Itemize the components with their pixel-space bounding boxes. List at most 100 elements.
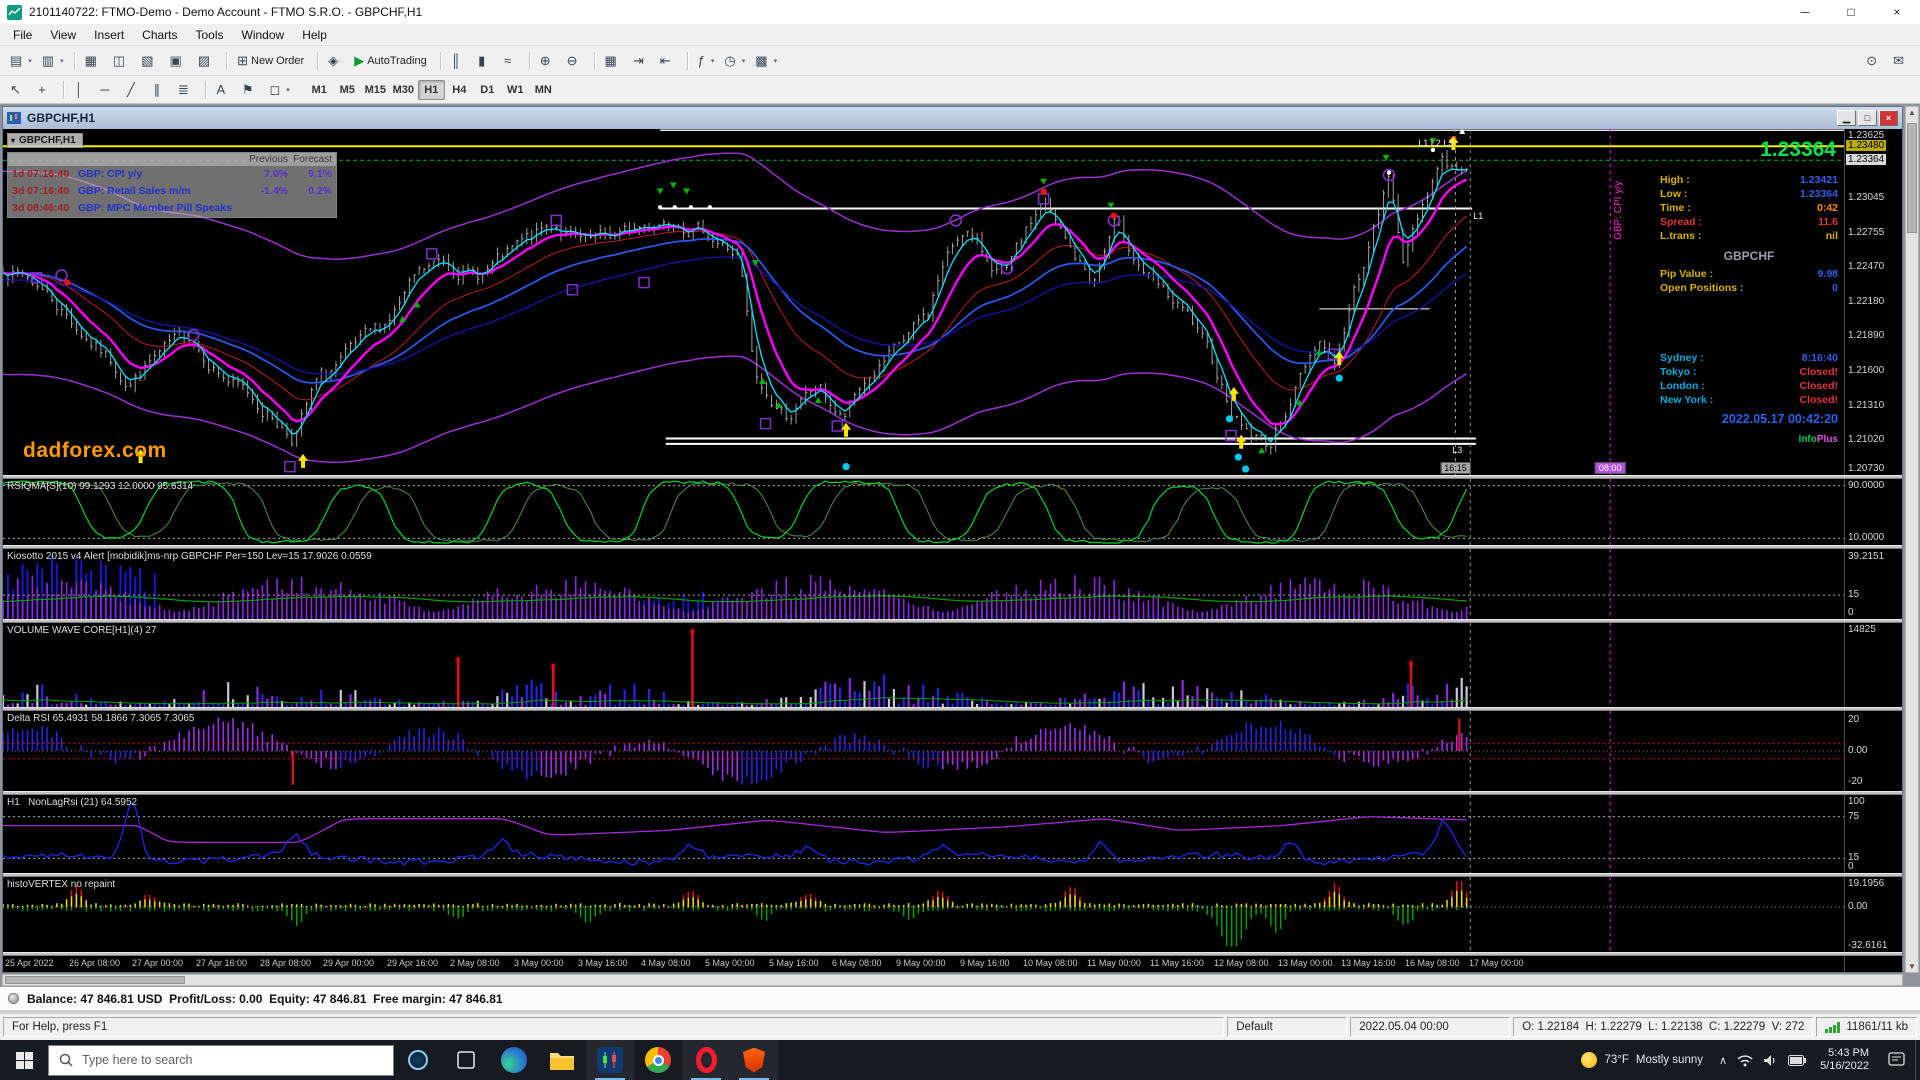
zoom-in-button[interactable]: ⊕ bbox=[536, 50, 561, 72]
shapes-button[interactable]: ◻ ▾ bbox=[265, 79, 293, 101]
timeframe-button[interactable]: M30 bbox=[390, 80, 417, 100]
horizontal-scrollbar[interactable] bbox=[2, 974, 1903, 986]
speaker-icon[interactable] bbox=[1763, 1054, 1778, 1067]
profiles-button[interactable]: ▥ ▾ bbox=[38, 50, 68, 72]
taskbar-brave-button[interactable] bbox=[730, 1040, 778, 1080]
taskbar-edge-button[interactable] bbox=[490, 1040, 538, 1080]
text-button[interactable]: A bbox=[212, 79, 236, 101]
indicator-scale-5[interactable]: 19.19560.00-32.6161 bbox=[1844, 877, 1902, 952]
maximize-button[interactable]: □ bbox=[1828, 0, 1874, 24]
taskbar-search-input[interactable]: Type here to search bbox=[48, 1045, 394, 1076]
data-window-button[interactable]: ◫ bbox=[109, 50, 135, 72]
indicator-plot-1[interactable]: Kiosotto 2015 v4 Alert [mobidik]ms-nrp G… bbox=[3, 549, 1844, 619]
menu-item[interactable]: Insert bbox=[85, 26, 133, 44]
templates-button[interactable]: ▩ ▾ bbox=[751, 50, 781, 72]
indicator-scale-2[interactable]: 14825 bbox=[1844, 623, 1902, 707]
scroll-up-arrow[interactable]: ▲ bbox=[1906, 108, 1918, 117]
indicator-plot-4[interactable]: H1 NonLagRsi (21) 64.5952 bbox=[3, 795, 1844, 873]
taskbar-explorer-button[interactable] bbox=[538, 1040, 586, 1080]
autotrading-button[interactable]: ▶ AutoTrading bbox=[350, 50, 434, 72]
minimize-button[interactable]: ─ bbox=[1782, 0, 1828, 24]
taskbar-clock[interactable]: 5:43 PM 5/16/2022 bbox=[1812, 1047, 1877, 1073]
zoom-out-button[interactable]: ⊖ bbox=[563, 50, 588, 72]
time-axis[interactable]: 25 Apr 2022 26 Apr 08:00 27 Apr 00:00 27… bbox=[3, 956, 1844, 972]
horizontal-line-button[interactable]: ─ bbox=[96, 79, 120, 101]
symbol-period-tag[interactable]: ▾ GBPCHF,H1 bbox=[7, 133, 83, 148]
profile-selector[interactable]: Default bbox=[1227, 1017, 1347, 1037]
trendline-button[interactable]: ╱ bbox=[122, 79, 146, 101]
inbox-button[interactable]: ✉ bbox=[1889, 50, 1914, 72]
channel-button[interactable]: ∥ bbox=[148, 79, 172, 101]
chart-canvas[interactable] bbox=[3, 711, 1844, 791]
timeframe-button[interactable]: MN bbox=[530, 80, 557, 100]
market-watch-button[interactable]: ▦ bbox=[81, 50, 107, 72]
indicator-scale-4[interactable]: 10075150 bbox=[1844, 795, 1902, 873]
timeframe-button[interactable]: M5 bbox=[334, 80, 361, 100]
search-button[interactable]: ⊙ bbox=[1862, 50, 1887, 72]
vertical-scrollbar[interactable]: ▲ ▼ bbox=[1905, 106, 1919, 973]
auto-scroll-button[interactable]: ⇥ bbox=[629, 50, 654, 72]
menu-item[interactable]: View bbox=[41, 26, 85, 44]
menu-item[interactable]: File bbox=[4, 26, 41, 44]
taskbar-mt4-button[interactable] bbox=[586, 1040, 634, 1080]
price-chart-canvas[interactable]: ▾ GBPCHF,H1 Previous Forecast 1d 07:16:4… bbox=[3, 129, 1844, 475]
timeframe-button[interactable]: M1 bbox=[306, 80, 333, 100]
new-chart-button[interactable]: ▤ ▾ bbox=[6, 50, 36, 72]
scrollbar-thumb[interactable] bbox=[5, 976, 185, 984]
chart-restore-button[interactable]: □ bbox=[1858, 110, 1877, 126]
chart-close-button[interactable]: × bbox=[1879, 110, 1898, 126]
chart-window-titlebar[interactable]: GBPCHF,H1 ▁ □ × bbox=[3, 107, 1902, 129]
indicators-button[interactable]: ƒ ▾ bbox=[694, 50, 719, 72]
taskbar-opera-button[interactable] bbox=[682, 1040, 730, 1080]
timeframe-button[interactable]: H1 bbox=[418, 80, 445, 100]
tile-windows-button[interactable]: ▦ bbox=[601, 50, 627, 72]
chart-shift-button[interactable]: ⇤ bbox=[656, 50, 681, 72]
action-center-button[interactable] bbox=[1877, 1040, 1915, 1080]
chart-canvas[interactable] bbox=[3, 795, 1844, 873]
battery-icon[interactable] bbox=[1788, 1055, 1806, 1066]
menu-item[interactable]: Charts bbox=[133, 26, 186, 44]
indicator-plot-2[interactable]: VOLUME WAVE CORE[H1](4) 27☠☠☠☠ bbox=[3, 623, 1844, 707]
timeframe-button[interactable]: D1 bbox=[474, 80, 501, 100]
indicator-plot-3[interactable]: Delta RSI 65.4931 58.1866 7.3065 7.3065 bbox=[3, 711, 1844, 791]
terminal-button[interactable]: ▣ bbox=[166, 50, 192, 72]
menu-item[interactable]: Tools bbox=[187, 26, 233, 44]
chart-minimize-button[interactable]: ▁ bbox=[1837, 110, 1856, 126]
scroll-down-arrow[interactable]: ▼ bbox=[1906, 962, 1918, 971]
start-button[interactable] bbox=[0, 1040, 48, 1080]
indicator-scale-1[interactable]: 39.2151150 bbox=[1844, 549, 1902, 619]
close-button[interactable]: × bbox=[1874, 0, 1920, 24]
timeframe-button[interactable]: M15 bbox=[362, 80, 389, 100]
cortana-button[interactable] bbox=[394, 1040, 442, 1080]
bars-button[interactable]: ║ bbox=[447, 50, 471, 72]
indicator-plot-5[interactable]: histoVERTEX no repaint bbox=[3, 877, 1844, 952]
chart-canvas[interactable]: ☠☠☠☠ bbox=[3, 623, 1844, 707]
indicator-scale-3[interactable]: 200.00-20 bbox=[1844, 711, 1902, 791]
candles-button[interactable]: ▮ bbox=[473, 50, 497, 72]
label-button[interactable]: ⚑ bbox=[238, 79, 264, 101]
taskbar-weather[interactable]: 73°F Mostly sunny bbox=[1571, 1040, 1713, 1080]
chart-canvas[interactable] bbox=[3, 479, 1844, 545]
wifi-icon[interactable] bbox=[1737, 1054, 1753, 1067]
indicator-plot-0[interactable]: RSIQMA[S](10) 99.1293 12.0000 95.6314 bbox=[3, 479, 1844, 545]
scrollbar-thumb[interactable] bbox=[1907, 123, 1917, 233]
price-scale[interactable]: 1.236251.234801.233641.230451.227551.224… bbox=[1844, 129, 1902, 475]
task-view-button[interactable] bbox=[442, 1040, 490, 1080]
taskbar-chrome-button[interactable] bbox=[634, 1040, 682, 1080]
strategy-tester-button[interactable]: ▨ bbox=[194, 50, 220, 72]
crosshair-button[interactable]: + bbox=[33, 79, 57, 101]
timeframe-button[interactable]: W1 bbox=[502, 80, 529, 100]
indicator-scale-0[interactable]: 90.000010.0000 bbox=[1844, 479, 1902, 545]
periods-button[interactable]: ◷ ▾ bbox=[720, 50, 749, 72]
show-desktop-button[interactable] bbox=[1915, 1040, 1920, 1080]
new-order-button[interactable]: ⊞ New Order bbox=[233, 50, 311, 72]
menu-item[interactable]: Help bbox=[293, 26, 336, 44]
navigator-button[interactable]: ▧ bbox=[137, 50, 163, 72]
tray-expand-chevron[interactable]: ∧ bbox=[1719, 1054, 1727, 1067]
line-chart-button[interactable]: ≈ bbox=[499, 50, 523, 72]
menu-item[interactable]: Window bbox=[233, 26, 294, 44]
timeframe-button[interactable]: H4 bbox=[446, 80, 473, 100]
chart-canvas[interactable] bbox=[3, 877, 1844, 952]
metaeditor-button[interactable]: ◈ bbox=[324, 50, 348, 72]
fibonacci-button[interactable]: ≣ bbox=[174, 79, 199, 101]
